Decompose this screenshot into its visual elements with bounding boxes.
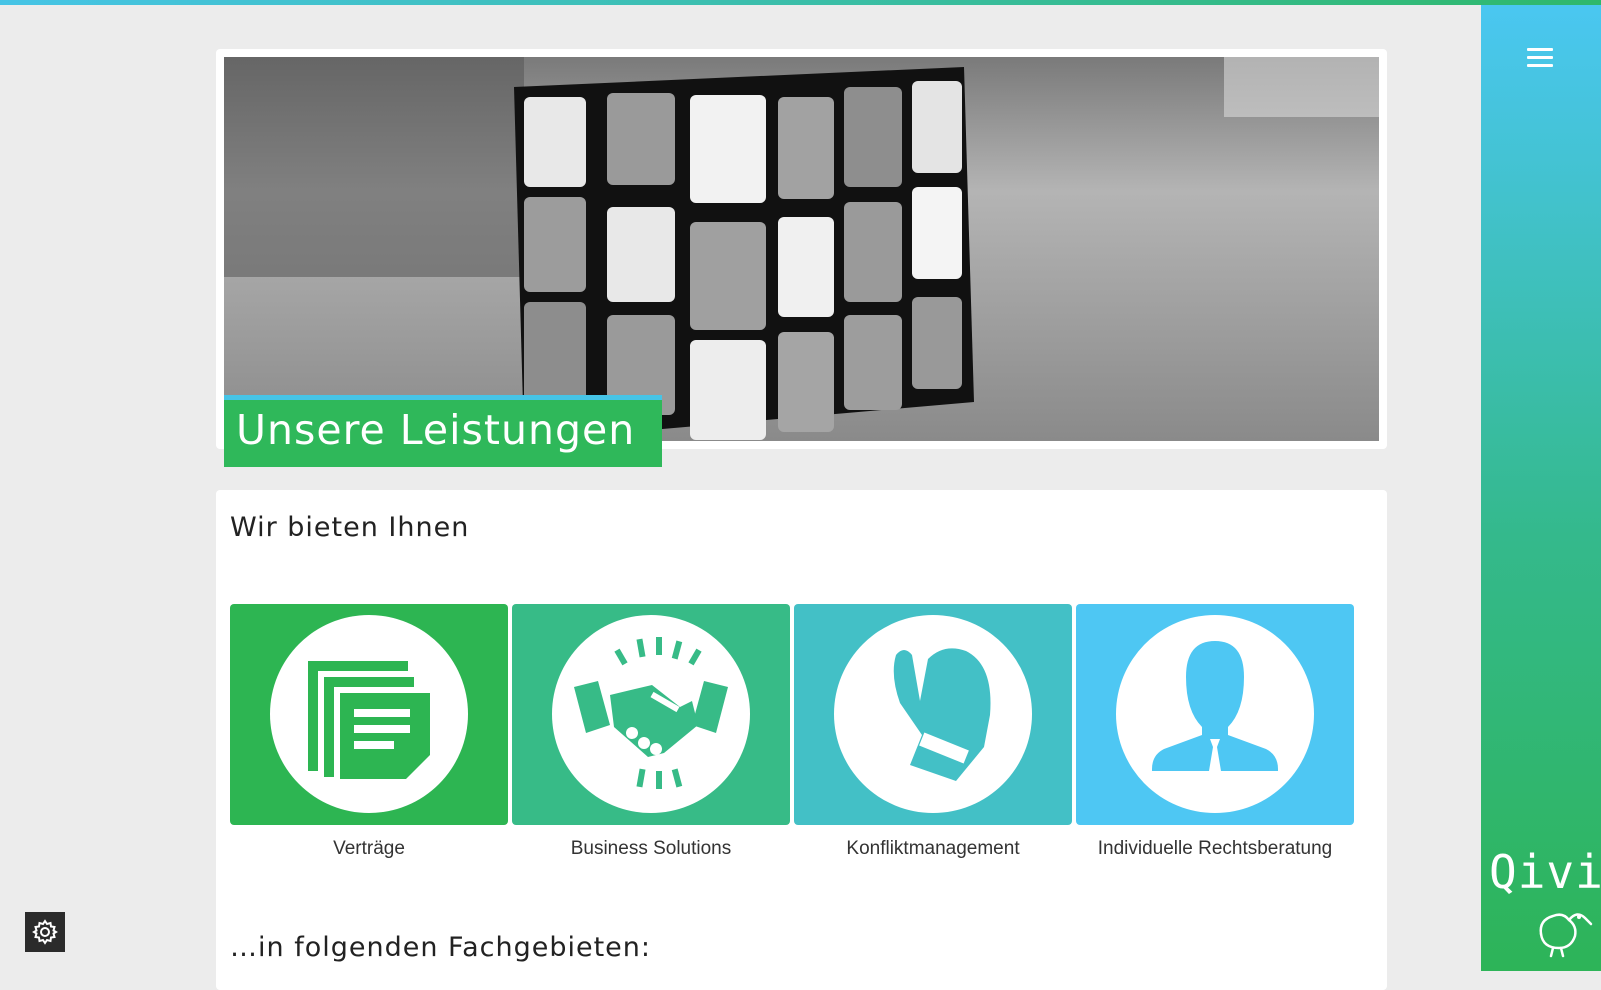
handshake-icon: [552, 615, 750, 813]
tile-label-konfliktmanagement: Konfliktmanagement: [846, 838, 1020, 859]
gear-icon: [32, 919, 58, 945]
rubiks-cube-image: [224, 57, 1379, 441]
tile-vertraege[interactable]: [230, 604, 508, 825]
settings-button[interactable]: [25, 912, 65, 952]
top-accent-bar: [0, 0, 1601, 5]
section-heading: Wir bieten Ihnen: [230, 512, 470, 543]
section-subheading: …in folgenden Fachgebieten:: [230, 932, 651, 963]
hero-banner: Unsere Leistungen: [216, 49, 1387, 467]
tile-individuelle-rechtsberatung[interactable]: [1076, 604, 1354, 825]
tile-business-solutions[interactable]: [512, 604, 790, 825]
boxing-glove-icon: [834, 615, 1032, 813]
person-icon: [1116, 615, 1314, 813]
kiwi-bird-icon: [1539, 913, 1593, 958]
tile-konfliktmanagement[interactable]: [794, 604, 1072, 825]
tile-label-individuelle-rechtsberatung: Individuelle Rechtsberatung: [1097, 838, 1333, 859]
hero-title: Unsere Leistungen: [224, 395, 662, 467]
brand-logo-text[interactable]: Qivi: [1489, 845, 1601, 899]
tile-label-business-solutions: Business Solutions: [570, 838, 732, 859]
services-section: Wir bieten Ihnen Verträge Business Solut…: [216, 490, 1387, 990]
hamburger-icon[interactable]: [1527, 48, 1553, 70]
documents-icon: [270, 615, 468, 813]
tile-label-vertraege: Verträge: [333, 838, 405, 859]
right-sidebar: Qivi: [1481, 5, 1601, 971]
